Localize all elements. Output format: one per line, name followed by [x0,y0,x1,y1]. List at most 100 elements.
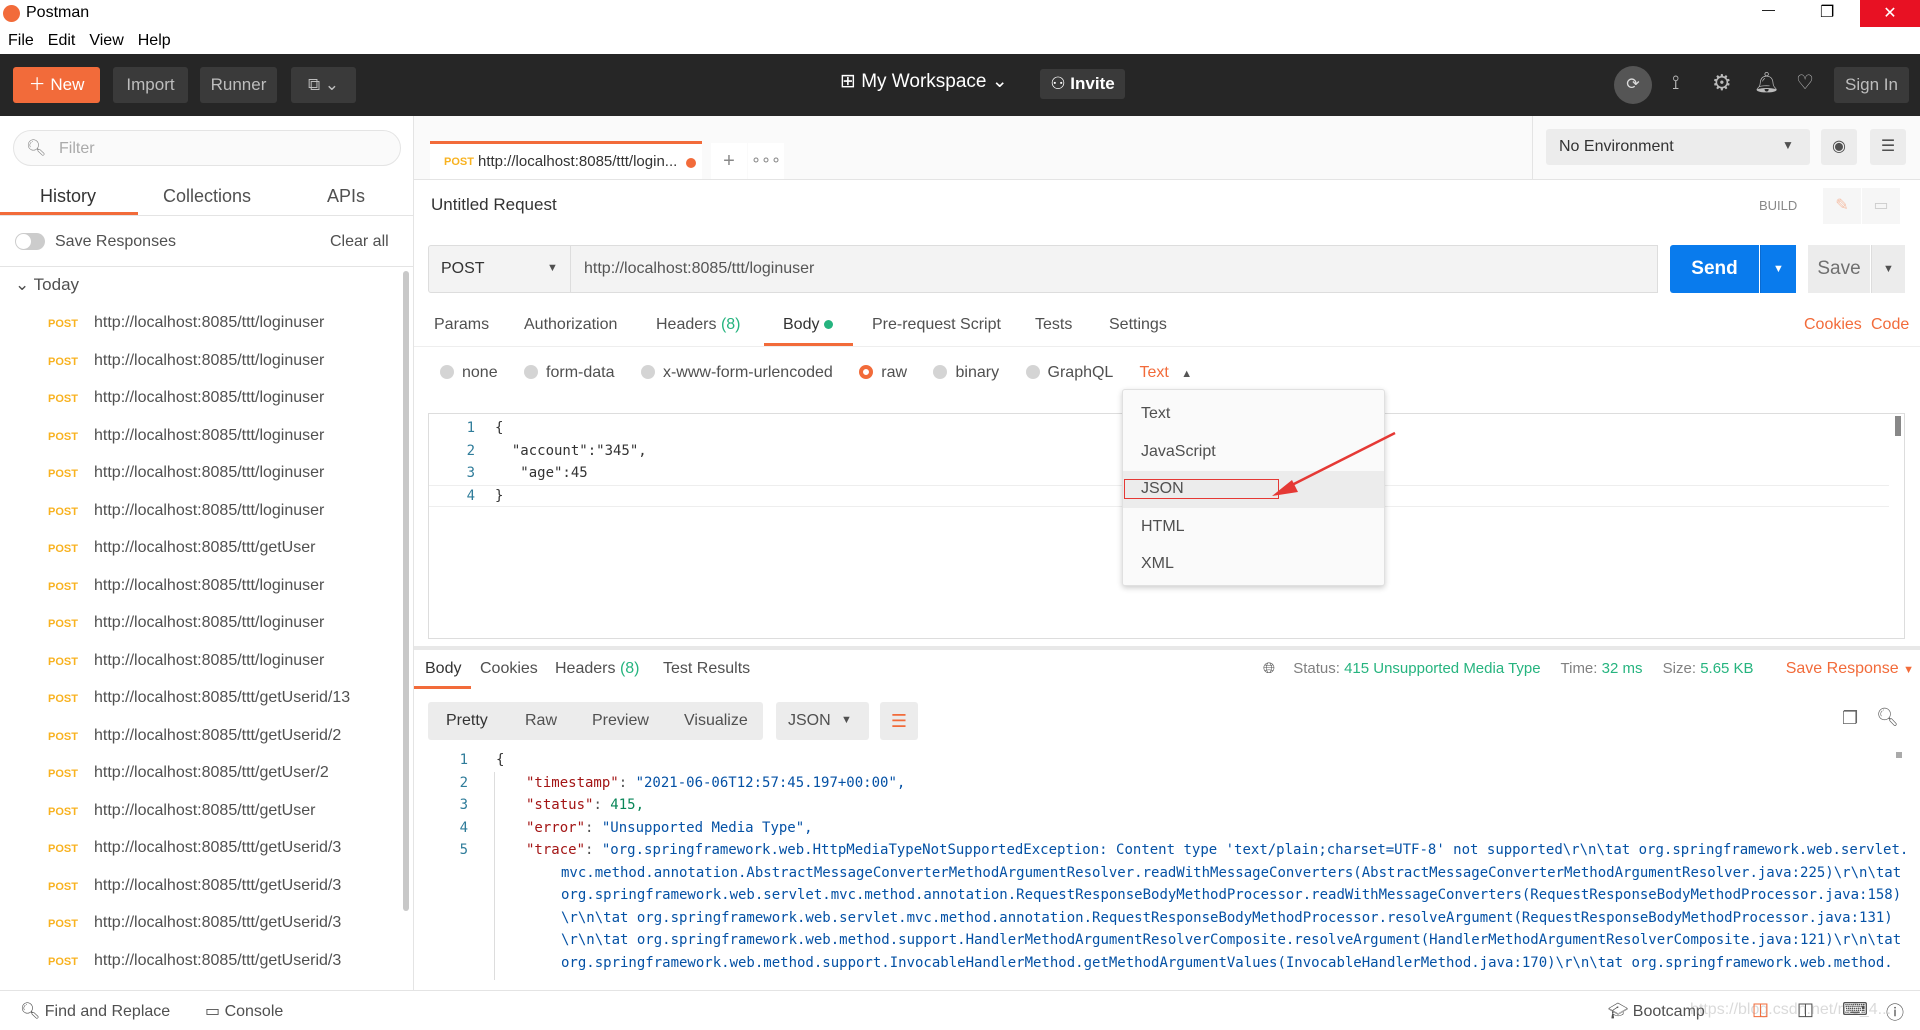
copy-icon[interactable]: ❐ [1842,708,1858,729]
new-button[interactable]: ＋ New [13,67,100,103]
minimize-button[interactable]: — [1762,2,1775,17]
tab-headers[interactable]: Headers (8) [656,316,741,334]
tab-settings[interactable]: Settings [1109,316,1167,334]
tab-tests[interactable]: Tests [1035,316,1072,334]
environment-selector[interactable]: No Environment ▼ [1546,129,1810,165]
send-button[interactable]: Send [1670,245,1759,293]
method-select[interactable]: POST ▼ [428,245,571,293]
request-tab[interactable]: POST http://localhost:8085/ttt/login... [430,141,702,179]
save-button[interactable]: Save [1808,245,1870,293]
edit-icon[interactable]: ✎ [1823,188,1861,224]
view-preview[interactable]: Preview [592,712,649,730]
history-item[interactable]: POST http://localhost:8085/ttt/getUser [48,796,398,826]
history-item[interactable]: POST http://localhost:8085/ttt/getUserid/… [48,683,398,713]
history-group-today[interactable]: ⌄ Today [15,275,79,295]
menu-file[interactable]: File [8,32,34,49]
radio-form-data[interactable]: form-data [524,364,615,381]
history-item[interactable]: POST http://localhost:8085/ttt/getUserid/… [48,908,398,938]
clear-all-button[interactable]: Clear all [330,233,389,251]
sliders-icon[interactable]: ☰ [1870,129,1906,165]
view-raw[interactable]: Raw [525,712,557,730]
invite-button[interactable]: ⚇ Invite [1040,69,1125,99]
menu-item-xml[interactable]: XML [1123,546,1384,583]
status-value[interactable]: 415 Unsupported Media Type [1344,660,1541,677]
tab-body[interactable]: Body [783,316,833,334]
size-value[interactable]: 5.65 KB [1700,660,1753,677]
runner-button[interactable]: Runner [200,67,277,103]
keyboard-icon[interactable]: ⌨ [1842,999,1868,1020]
save-response-button[interactable]: Save Response ▼ [1786,660,1914,677]
new-window-button[interactable]: ⧉ ⌄ [291,67,356,103]
filter-input[interactable]: 🔍︎ Filter [13,130,401,166]
sign-in-button[interactable]: Sign In [1834,67,1909,103]
restore-button[interactable]: ❐ [1820,2,1834,22]
save-responses-toggle[interactable] [15,233,45,250]
comments-icon[interactable]: ▭ [1862,188,1900,224]
time-value[interactable]: 32 ms [1602,660,1643,677]
menu-item-text[interactable]: Text [1123,396,1384,433]
response-tab-cookies[interactable]: Cookies [480,660,538,678]
response-tab-headers[interactable]: Headers (8) [555,660,640,678]
save-options-button[interactable]: ▼ [1871,245,1905,293]
history-item[interactable]: POST http://localhost:8085/ttt/loginuser [48,496,398,526]
response-scrollbar[interactable] [1896,752,1902,758]
format-select[interactable]: JSON ▼ [776,702,869,740]
history-item[interactable]: POST http://localhost:8085/ttt/loginuser [48,608,398,638]
content-type-select[interactable]: Text ▲ [1139,364,1192,381]
menu-item-html[interactable]: HTML [1123,509,1384,546]
eye-icon[interactable]: ◉ [1821,129,1857,165]
history-item[interactable]: POST http://localhost:8085/ttt/loginuser [48,571,398,601]
heart-icon[interactable]: ♡ [1796,70,1814,95]
find-replace-button[interactable]: 🔍︎ Find and Replace [20,1001,170,1021]
radio-raw[interactable]: raw [859,364,907,381]
history-item[interactable]: POST http://localhost:8085/ttt/loginuser [48,646,398,676]
radio-x-www-form-urlencoded[interactable]: x-www-form-urlencoded [640,364,833,381]
console-button[interactable]: ▭ Console [205,1001,283,1021]
history-item[interactable]: POST http://localhost:8085/ttt/getUser/2 [48,758,398,788]
tab-collections[interactable]: Collections [163,186,251,207]
close-button[interactable]: ✕ [1860,0,1920,27]
tab-authorization[interactable]: Authorization [524,316,617,334]
import-button[interactable]: Import [113,67,188,103]
search-icon[interactable]: 🔍︎ [1876,707,1899,728]
history-item[interactable]: POST http://localhost:8085/ttt/loginuser [48,421,398,451]
view-pretty[interactable]: Pretty [446,712,488,730]
code-link[interactable]: Code [1871,316,1909,334]
two-pane-icon[interactable]: ◫ [1752,999,1769,1020]
cookies-link[interactable]: Cookies [1804,316,1862,334]
send-options-button[interactable]: ▼ [1760,245,1796,293]
new-tab-button[interactable]: + [711,143,747,179]
wrap-lines-icon[interactable]: ☰ [880,702,918,740]
history-item[interactable]: POST http://localhost:8085/ttt/getUserid/… [48,833,398,863]
response-tab-body[interactable]: Body [425,660,461,678]
history-item[interactable]: POST http://localhost:8085/ttt/getUserid/… [48,721,398,751]
menu-edit[interactable]: Edit [48,32,76,49]
more-tabs-icon[interactable]: ∘∘∘ [748,143,784,179]
menu-help[interactable]: Help [138,32,171,49]
gear-icon[interactable]: ⚙ [1712,70,1732,96]
bell-icon[interactable]: 🔔︎ [1754,70,1779,95]
tab-history[interactable]: History [40,186,96,207]
radio-none[interactable]: none [440,364,498,381]
sync-icon[interactable]: ⟳ [1614,66,1652,104]
radio-graphql[interactable]: GraphQL [1025,364,1113,381]
radio-binary[interactable]: binary [933,364,999,381]
workspace-selector[interactable]: ⊞ My Workspace ⌄ [840,70,1008,93]
history-item[interactable]: POST http://localhost:8085/ttt/loginuser [48,346,398,376]
url-input[interactable]: http://localhost:8085/ttt/loginuser [571,245,1658,293]
history-item[interactable]: POST http://localhost:8085/ttt/getUserid/… [48,871,398,901]
tab-apis[interactable]: APIs [327,186,365,207]
history-item[interactable]: POST http://localhost:8085/ttt/loginuser [48,308,398,338]
editor-scrollbar[interactable] [1895,416,1901,436]
help-icon[interactable]: ⓘ [1886,999,1904,1025]
sidebar-scrollbar[interactable] [403,271,409,911]
layout-icon[interactable]: ◫ [1797,999,1814,1020]
tab-pre-request-script[interactable]: Pre-request Script [872,316,1001,334]
history-item[interactable]: POST http://localhost:8085/ttt/loginuser [48,383,398,413]
satellite-icon[interactable]: ⟟ [1672,72,1679,95]
history-item[interactable]: POST http://localhost:8085/ttt/getUser [48,533,398,563]
response-tab-test-results[interactable]: Test Results [663,660,750,678]
tab-params[interactable]: Params [434,316,489,334]
view-visualize[interactable]: Visualize [684,712,748,730]
history-item[interactable]: POST http://localhost:8085/ttt/getUserid/… [48,946,398,976]
